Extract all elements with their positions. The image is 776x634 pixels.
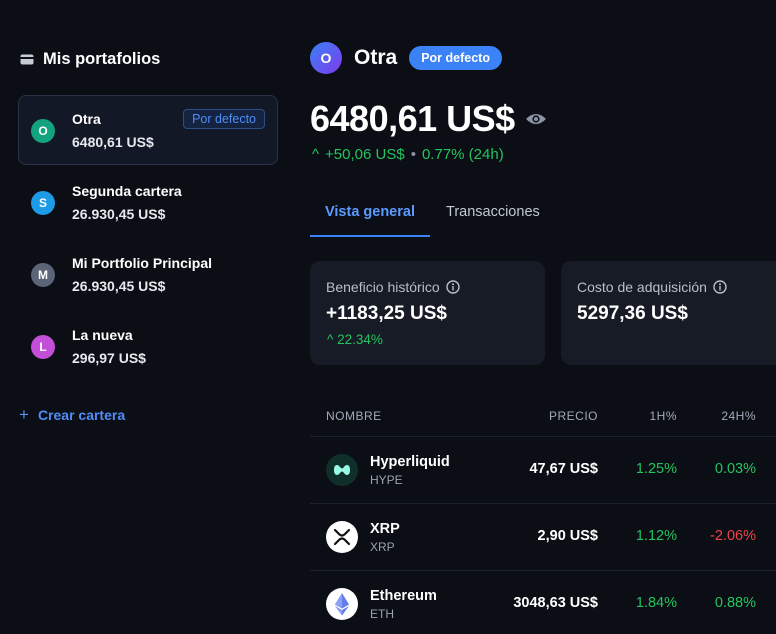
hyperliquid-icon: [326, 454, 358, 486]
portfolio-title: Otra: [354, 46, 398, 69]
acquisition-cost-card: Costo de adquisición 5297,36 US$: [561, 261, 776, 365]
card-label: Costo de adquisición: [577, 279, 727, 295]
portfolio-name: Mi Portfolio Principal: [72, 255, 213, 271]
info-icon[interactable]: [445, 280, 460, 294]
change-value: +50,06 US$: [325, 146, 405, 163]
default-badge: Por defecto: [409, 46, 502, 70]
change-percent: 0.77% (24h): [421, 146, 504, 163]
create-portfolio-label: Crear cartera: [37, 406, 126, 423]
coin-name: Ethereum: [370, 588, 437, 604]
table-row[interactable]: Ethereum ETH 3048,63 US$ 1.84% 0.88%: [310, 570, 776, 634]
assets-table: NOMBRE PRECIO 1H% 24H% Hyperliquid HYPE …: [310, 400, 776, 634]
chevron-up-icon: ^: [312, 146, 320, 163]
coin-name: Hyperliquid: [370, 454, 450, 470]
column-header-price[interactable]: PRECIO: [549, 409, 598, 423]
card-change: ^ 22.34%: [327, 332, 383, 347]
coin-price: 2,90 US$: [537, 528, 598, 544]
coin-symbol: XRP: [370, 540, 395, 554]
coin-symbol: HYPE: [370, 473, 403, 487]
table-row[interactable]: XRP XRP 2,90 US$ 1.12% -2.06%: [310, 503, 776, 570]
create-portfolio-button[interactable]: + Crear cartera: [19, 406, 125, 423]
card-value: +1183,25 US$: [326, 303, 447, 324]
portfolio-value: 26.930,45 US$: [72, 206, 166, 222]
info-icon[interactable]: [713, 280, 727, 294]
portfolio-value: 6480,61 US$: [72, 134, 154, 150]
eye-icon[interactable]: [525, 112, 547, 126]
portfolio-name: Otra: [72, 111, 101, 127]
coin-symbol: ETH: [370, 607, 394, 621]
coin-name: XRP: [370, 521, 400, 537]
historical-profit-card: Beneficio histórico +1183,25 US$ ^ 22.34…: [310, 261, 545, 365]
tab-vista-general[interactable]: Vista general: [310, 190, 430, 237]
column-header-name[interactable]: NOMBRE: [326, 409, 382, 423]
table-row[interactable]: Hyperliquid HYPE 47,67 US$ 1.25% 0.03%: [310, 436, 776, 503]
portfolio-list: O Otra 6480,61 US$ Por defecto S Segunda…: [18, 95, 278, 383]
card-label: Beneficio histórico: [326, 279, 460, 295]
portfolio-name: La nueva: [72, 327, 133, 343]
wallet-icon: [20, 54, 34, 65]
column-header-1h[interactable]: 1H%: [649, 409, 677, 423]
coin-change-1h: 1.25%: [635, 461, 677, 477]
coin-change-24h: 0.88%: [714, 595, 756, 611]
portfolio-value: 296,97 US$: [72, 350, 146, 366]
portfolio-item-segunda-cartera[interactable]: S Segunda cartera 26.930,45 US$: [18, 167, 278, 237]
card-label-text: Beneficio histórico: [326, 279, 440, 295]
coin-price: 47,67 US$: [529, 461, 598, 477]
portfolio-avatar: O: [31, 119, 55, 143]
portfolio-item-otra[interactable]: O Otra 6480,61 US$ Por defecto: [18, 95, 278, 165]
portfolio-header: O Otra Por defecto: [310, 42, 502, 74]
active-tab-indicator: [310, 235, 430, 237]
table-header: NOMBRE PRECIO 1H% 24H%: [310, 400, 776, 436]
main-panel: O Otra Por defecto 6480,61 US$ ^ +50,06 …: [310, 0, 776, 634]
sidebar: Mis portafolios O Otra 6480,61 US$ Por d…: [0, 0, 290, 634]
balance-change: ^ +50,06 US$ • 0.77% (24h): [312, 146, 504, 163]
card-label-text: Costo de adquisición: [577, 279, 707, 295]
column-header-24h[interactable]: 24H%: [721, 409, 756, 423]
coin-change-1h: 1.84%: [635, 595, 677, 611]
separator-dot: •: [410, 146, 416, 163]
portfolio-value: 26.930,45 US$: [72, 278, 166, 294]
coin-change-24h: 0.03%: [714, 461, 756, 477]
portfolio-avatar: L: [31, 335, 55, 359]
portfolio-avatar: M: [31, 263, 55, 287]
portfolio-name: Segunda cartera: [72, 183, 182, 199]
portfolio-avatar: O: [310, 42, 342, 74]
tab-transacciones[interactable]: Transacciones: [446, 190, 540, 237]
portfolio-item-mi-portfolio-principal[interactable]: M Mi Portfolio Principal 26.930,45 US$: [18, 239, 278, 309]
coin-change-24h: -2.06%: [710, 528, 756, 544]
card-value: 5297,36 US$: [577, 303, 688, 324]
sidebar-title-text: Mis portafolios: [43, 50, 161, 68]
total-balance: 6480,61 US$: [310, 98, 515, 139]
coin-price: 3048,63 US$: [513, 595, 598, 611]
coin-change-1h: 1.12%: [635, 528, 677, 544]
sidebar-title: Mis portafolios: [20, 50, 160, 69]
ethereum-icon: [326, 588, 358, 620]
portfolio-item-la-nueva[interactable]: L La nueva 296,97 US$: [18, 311, 278, 381]
portfolio-avatar: S: [31, 191, 55, 215]
tab-bar: Vista general Transacciones: [310, 190, 776, 238]
balance-row: 6480,61 US$: [310, 98, 547, 140]
plus-icon: +: [19, 405, 29, 424]
default-badge: Por defecto: [183, 109, 265, 129]
xrp-icon: [326, 521, 358, 553]
